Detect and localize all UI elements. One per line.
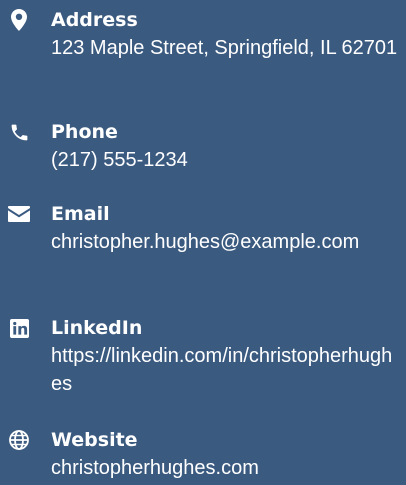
envelope-icon xyxy=(6,202,32,226)
contact-info-list: Address 123 Maple Street, Springfield, I… xyxy=(0,0,406,485)
website-link[interactable]: christopherhughes.com xyxy=(51,454,401,482)
linkedin-link[interactable]: https://linkedin.com/in/christopherhughe… xyxy=(51,342,401,398)
phone-label: Phone xyxy=(51,121,118,143)
phone-icon xyxy=(6,120,32,144)
map-marker-icon xyxy=(6,8,32,32)
email-link[interactable]: christopher.hughes@example.com xyxy=(51,228,401,256)
website-label: Website xyxy=(51,429,138,451)
globe-icon xyxy=(6,428,32,452)
linkedin-label: LinkedIn xyxy=(51,317,143,339)
address-label: Address xyxy=(51,9,138,31)
linkedin-icon xyxy=(6,316,32,340)
email-label: Email xyxy=(51,203,110,225)
address-value: 123 Maple Street, Springfield, IL 62701 xyxy=(51,37,398,59)
phone-link[interactable]: (217) 555-1234 xyxy=(51,146,401,174)
